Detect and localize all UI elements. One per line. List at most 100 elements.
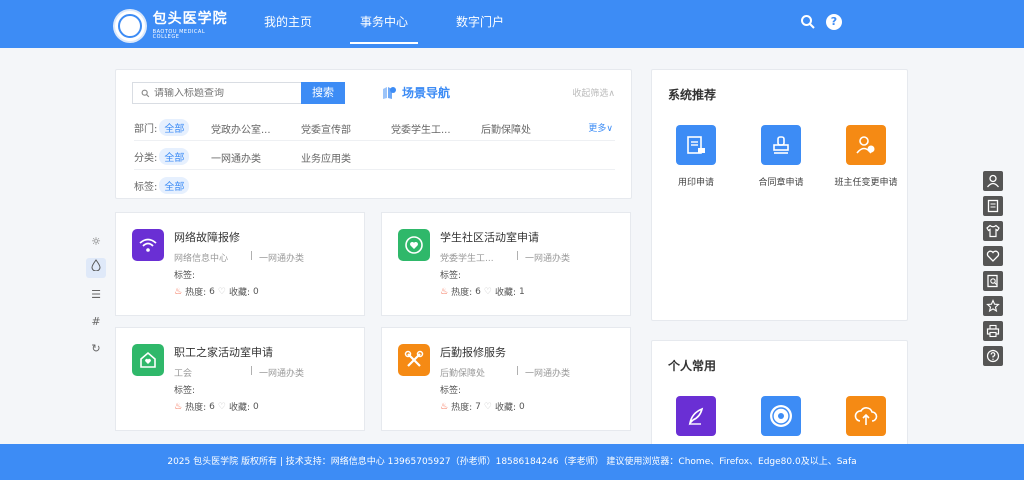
document-stamp-icon [676, 125, 716, 165]
card-stats: ♨ 热度: 7 ♡ 收藏: 0 [440, 401, 525, 414]
logo-name-cn: 包头医学院 [152, 11, 228, 27]
category-all-tag[interactable]: 全部 [159, 147, 190, 165]
footer: 2025 包头医学院 版权所有 | 技术支持：网络信息中心 1396570592… [0, 444, 1024, 480]
cloud-upload-icon [846, 396, 886, 436]
collapse-filter-link[interactable]: 收起筛选∧ [572, 86, 615, 99]
search-icon [141, 89, 150, 97]
nav-digital-portal[interactable]: 数字门户 [452, 0, 508, 44]
flame-icon: ♨ [440, 401, 449, 412]
drop-icon[interactable] [86, 258, 106, 278]
card-title: 网络故障报修 [174, 231, 240, 244]
heart-icon: ♡ [217, 401, 226, 412]
sun-icon[interactable]: ☼ [86, 232, 106, 252]
dept-all-tag[interactable]: 全部 [159, 118, 190, 136]
card-stats: ♨ 热度: 6 ♡ 收藏: 1 [440, 286, 525, 299]
category-item[interactable]: 业务应用类 [301, 150, 351, 165]
card-meta: 后勤保障处 | 一网通办类 [440, 366, 571, 379]
app-tile[interactable] [656, 396, 736, 436]
quill-icon [676, 396, 716, 436]
app-label: 合同章申请 [758, 178, 804, 188]
chevron-up-icon: ∧ [608, 89, 615, 99]
scene-nav-link[interactable]: 场景导航 [382, 84, 450, 101]
category-filter-row: 分类: 全部 [134, 145, 190, 167]
logo-name-en: BAOTOU MEDICAL COLLEGE [152, 29, 206, 40]
card-tags: 标签: [174, 386, 196, 396]
stamp-icon [761, 125, 801, 165]
flame-icon: ♨ [440, 286, 449, 297]
print-icon[interactable] [983, 321, 1003, 341]
flame-icon: ♨ [174, 286, 183, 297]
align-icon[interactable]: ☰ [86, 285, 106, 305]
dept-item[interactable]: 后勤保障处 [481, 121, 531, 136]
divider [134, 169, 615, 170]
wifi-icon [132, 229, 164, 261]
user-switch-icon [846, 125, 886, 165]
card-stats: ♨ 热度: 6 ♡ 收藏: 0 [174, 401, 259, 414]
card-title: 职工之家活动室申请 [174, 346, 273, 359]
star-icon[interactable] [983, 296, 1003, 316]
service-card[interactable]: 网络故障报修 网络信息中心 | 一网通办类 标签: ♨ 热度: 6 ♡ 收藏: 0 [115, 212, 365, 316]
refresh-icon[interactable]: ↻ [86, 339, 106, 359]
home-heart-icon [132, 344, 164, 376]
heart-icon[interactable] [983, 246, 1003, 266]
search-doc-icon[interactable] [983, 271, 1003, 291]
app-tile[interactable] [741, 396, 821, 436]
shirt-icon[interactable] [983, 221, 1003, 241]
app-tile[interactable]: 合同章申请 [741, 125, 821, 188]
category-label: 分类: [134, 152, 158, 164]
dept-item[interactable]: 党委宣传部 [301, 121, 351, 136]
college-logo[interactable]: 包头医学院 BAOTOU MEDICAL COLLEGE [113, 5, 233, 47]
hash-icon[interactable]: # [86, 312, 106, 332]
more-depts-link[interactable]: 更多∨ [588, 121, 613, 134]
filter-panel: 搜索 场景导航 收起筛选∧ 部门: 全部 党政办公室... 党委宣传部 党委学生… [115, 69, 632, 199]
app-tile[interactable]: 班主任变更申请 [826, 125, 906, 188]
search-button[interactable]: 搜索 [301, 82, 345, 104]
user-icon[interactable] [983, 171, 1003, 191]
app-label: 用印申请 [677, 178, 714, 188]
recommend-title: 系统推荐 [668, 88, 717, 102]
card-meta: 党委学生工... | 一网通办类 [440, 251, 571, 264]
app-tile[interactable] [826, 396, 906, 436]
flame-icon: ♨ [174, 401, 183, 412]
dept-filter-row: 部门: 全部 [134, 116, 190, 138]
app-label: 班主任变更申请 [834, 178, 898, 188]
nav-my-home[interactable]: 我的主页 [260, 0, 316, 44]
app-tile[interactable]: 用印申请 [656, 125, 736, 188]
card-meta: 工会 | 一网通办类 [174, 366, 305, 379]
category-item[interactable]: 一网通办类 [211, 150, 261, 165]
dept-item[interactable]: 党委学生工... [391, 121, 451, 136]
card-meta: 网络信息中心 | 一网通办类 [174, 251, 305, 264]
search-field[interactable] [132, 82, 302, 104]
nav-affairs-center[interactable]: 事务中心 [350, 0, 418, 44]
dept-item[interactable]: 党政办公室... [211, 121, 271, 136]
college-seal-icon [113, 9, 147, 43]
search-input[interactable] [154, 87, 294, 99]
recommend-panel: 系统推荐 用印申请 合同章申请 班主任变更申请 [651, 69, 908, 321]
map-pin-icon [383, 87, 396, 99]
service-card[interactable]: 学生社区活动室申请 党委学生工... | 一网通办类 标签: ♨ 热度: 6 ♡ 收藏: 1 [381, 212, 631, 316]
service-card[interactable]: 职工之家活动室申请 工会 | 一网通办类 标签: ♨ 热度: 6 ♡ 收藏: 0 [115, 327, 365, 431]
document-icon[interactable] [983, 196, 1003, 216]
service-card[interactable]: 后勤报修服务 后勤保障处 | 一网通办类 标签: ♨ 热度: 7 ♡ 收藏: 0 [381, 327, 631, 431]
tag-filter-row: 标签: 全部 [134, 174, 190, 196]
personal-panel: 个人常用 [651, 340, 908, 460]
search-icon[interactable] [800, 14, 818, 32]
card-tags: 标签: [440, 271, 462, 281]
tag-all-tag[interactable]: 全部 [159, 176, 190, 194]
heart-icon: ♡ [483, 286, 492, 297]
dept-label: 部门: [134, 123, 158, 135]
card-tags: 标签: [174, 271, 196, 281]
scene-nav-label: 场景导航 [402, 86, 451, 100]
card-stats: ♨ 热度: 6 ♡ 收藏: 0 [174, 286, 259, 299]
tag-label: 标签: [134, 181, 158, 193]
chat-heart-icon [398, 229, 430, 261]
college-seal-icon [761, 396, 801, 436]
heart-icon: ♡ [483, 401, 492, 412]
help-icon[interactable]: ? [826, 14, 844, 32]
help-icon[interactable] [983, 346, 1003, 366]
card-title: 后勤报修服务 [440, 346, 506, 359]
heart-icon: ♡ [217, 286, 226, 297]
card-tags: 标签: [440, 386, 462, 396]
tools-icon [398, 344, 430, 376]
top-header: 包头医学院 BAOTOU MEDICAL COLLEGE 我的主页 事务中心 数… [0, 0, 1024, 48]
